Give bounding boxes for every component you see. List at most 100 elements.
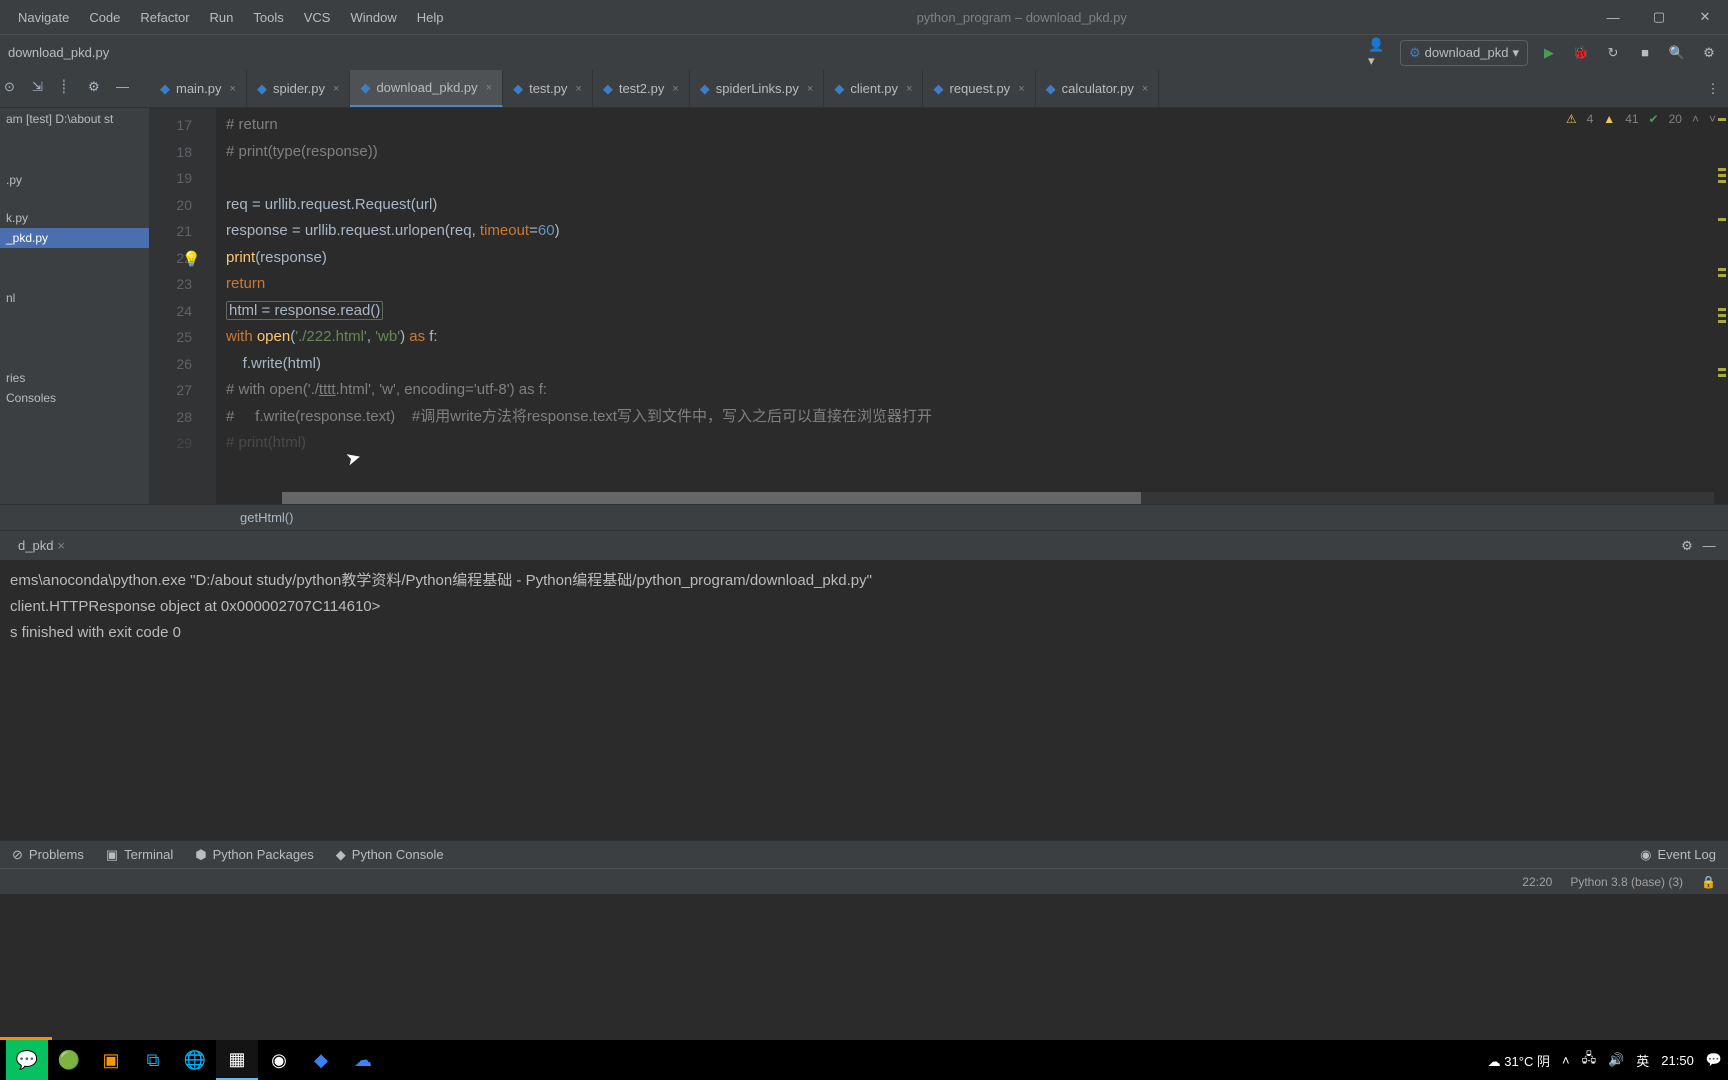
gear-icon[interactable]: ⚙ (88, 79, 108, 99)
tray-chevron-icon[interactable]: ˄ (1562, 1053, 1570, 1068)
run-button[interactable]: ▶ (1538, 42, 1560, 64)
interpreter-selector[interactable]: Python 3.8 (base) (3) (1570, 875, 1683, 889)
chrome-icon[interactable]: ◉ (258, 1040, 300, 1080)
close-icon[interactable]: × (807, 83, 813, 95)
lock-icon[interactable]: 🔒 (1701, 875, 1716, 889)
tab-request[interactable]: ◆request.py× (923, 70, 1035, 107)
run-coverage-button[interactable]: ↻ (1602, 42, 1624, 64)
close-icon[interactable]: × (333, 83, 339, 95)
tab-calculator[interactable]: ◆calculator.py× (1036, 70, 1160, 107)
windows-taskbar: 💬 🟢 ▣ ⧉ 🌐 ▦ ◉ ◆ ☁ ☁ 31°C 阴 ˄ 🖧 🔊 英 21:50… (0, 1040, 1728, 1080)
terminal-tool[interactable]: ▣Terminal (106, 847, 173, 863)
run-tab[interactable]: d_pkd× (8, 535, 75, 556)
menu-run[interactable]: Run (200, 5, 244, 30)
tab-client[interactable]: ◆client.py× (824, 70, 923, 107)
python-icon: ◆ (336, 847, 346, 863)
python-icon: ◆ (160, 81, 170, 97)
close-button[interactable]: ✕ (1682, 0, 1728, 34)
weather-icon: ☁ (1488, 1054, 1501, 1069)
error-stripe[interactable] (1714, 108, 1728, 504)
menu-vcs[interactable]: VCS (294, 5, 341, 30)
tree-item[interactable]: Consoles (0, 388, 149, 408)
menu-navigate[interactable]: Navigate (8, 5, 79, 30)
close-icon[interactable]: × (230, 83, 236, 95)
locate-icon[interactable]: ⊙ (4, 79, 24, 99)
edge-icon[interactable]: 🌐 (174, 1040, 216, 1080)
tab-test[interactable]: ◆test.py× (503, 70, 593, 107)
volume-icon[interactable]: 🔊 (1608, 1052, 1624, 1068)
python-console-tool[interactable]: ◆Python Console (336, 847, 444, 863)
chevron-up-icon[interactable]: ˄ (1692, 112, 1699, 126)
search-button[interactable]: 🔍 (1666, 42, 1688, 64)
wechat-icon[interactable]: 💬 (6, 1040, 48, 1080)
close-icon[interactable]: × (1142, 83, 1148, 95)
breadcrumb[interactable]: download_pkd.py (8, 45, 1368, 60)
close-icon[interactable]: × (57, 538, 65, 553)
fold-gutter[interactable] (200, 108, 216, 504)
event-log-tool[interactable]: ◉Event Log (1640, 847, 1716, 863)
menu-help[interactable]: Help (407, 5, 454, 30)
tree-item[interactable]: nl (0, 288, 149, 308)
maximize-button[interactable]: ▢ (1636, 0, 1682, 34)
debug-button[interactable]: 🐞 (1570, 42, 1592, 64)
warning-icon: ▲ (1603, 112, 1615, 126)
project-root[interactable]: am [test] D:\about st (0, 108, 149, 130)
network-icon[interactable]: 🖧 (1582, 1049, 1597, 1071)
close-icon[interactable]: × (575, 83, 581, 95)
clock[interactable]: 21:50 (1661, 1053, 1694, 1068)
notifications-icon[interactable]: 💬 (1706, 1052, 1722, 1068)
menu-refactor[interactable]: Refactor (130, 5, 199, 30)
navigation-toolbar: download_pkd.py 👤▾ ⚙ download_pkd ▾ ▶ 🐞 … (0, 34, 1728, 70)
system-tray[interactable]: ☁ 31°C 阴 ˄ 🖧 🔊 英 21:50 💬 (1488, 1049, 1722, 1071)
problems-tool[interactable]: ⊘Problems (12, 847, 84, 863)
menu-tools[interactable]: Tools (243, 5, 293, 30)
expand-icon[interactable]: ⇲ (32, 79, 52, 99)
weather-widget[interactable]: ☁ 31°C 阴 (1488, 1051, 1550, 1070)
vscode-icon[interactable]: ⧉ (132, 1040, 174, 1080)
hide-icon[interactable]: — (116, 79, 136, 99)
close-icon[interactable]: × (1018, 83, 1024, 95)
horizontal-scrollbar[interactable] (282, 492, 1714, 504)
tab-download-pkd[interactable]: ◆download_pkd.py× (350, 70, 503, 107)
ime-indicator[interactable]: 英 (1636, 1051, 1649, 1070)
project-tree[interactable]: am [test] D:\about st .py k.py _pkd.py n… (0, 108, 150, 504)
close-icon[interactable]: × (486, 82, 492, 94)
pycharm-icon[interactable]: ▦ (216, 1040, 258, 1080)
tree-item-selected[interactable]: _pkd.py (0, 228, 149, 248)
check-icon: ✔ (1649, 112, 1659, 126)
settings-button[interactable]: ⚙ (1698, 42, 1720, 64)
package-icon: ⬢ (195, 847, 206, 863)
structure-breadcrumb[interactable]: getHtml() (0, 504, 1728, 530)
python-packages-tool[interactable]: ⬢Python Packages (195, 847, 314, 863)
stop-button[interactable]: ■ (1634, 42, 1656, 64)
python-icon: ◆ (933, 81, 943, 97)
menu-code[interactable]: Code (79, 5, 130, 30)
tree-item[interactable]: .py (0, 170, 149, 190)
app-icon-blue2[interactable]: ☁ (342, 1040, 384, 1080)
tree-item[interactable]: ries (0, 368, 149, 388)
console-hide-icon[interactable]: — (1698, 535, 1720, 557)
console-settings-icon[interactable]: ⚙ (1676, 535, 1698, 557)
user-icon[interactable]: 👤▾ (1368, 42, 1390, 64)
python-icon: ◆ (513, 81, 523, 97)
code-area[interactable]: # return # print(type(response)) req = u… (216, 108, 1728, 504)
close-icon[interactable]: × (906, 83, 912, 95)
sublime-icon[interactable]: ▣ (90, 1040, 132, 1080)
tab-spiderlinks[interactable]: ◆spiderLinks.py× (690, 70, 825, 107)
run-config-selector[interactable]: ⚙ download_pkd ▾ (1400, 40, 1528, 66)
app-icon-blue[interactable]: ◆ (300, 1040, 342, 1080)
tab-main[interactable]: ◆main.py× (150, 70, 247, 107)
caret-position[interactable]: 22:20 (1522, 875, 1552, 889)
tree-item[interactable]: k.py (0, 208, 149, 228)
minimize-button[interactable]: — (1590, 0, 1636, 34)
run-console[interactable]: ems\anoconda\python.exe "D:/about study/… (0, 560, 1728, 840)
code-editor[interactable]: 17181920212223242526272829 # return # pr… (150, 108, 1728, 504)
tab-test2[interactable]: ◆test2.py× (593, 70, 690, 107)
tabs-overflow[interactable]: ⋮ (1698, 70, 1728, 107)
close-icon[interactable]: × (672, 83, 678, 95)
inspection-widget[interactable]: ⚠4 ▲41 ✔20 ˄ ˅ (1566, 112, 1716, 126)
menu-window[interactable]: Window (340, 5, 406, 30)
log-icon: ◉ (1640, 847, 1651, 863)
app-icon[interactable]: 🟢 (48, 1040, 90, 1080)
tab-spider[interactable]: ◆spider.py× (247, 70, 350, 107)
